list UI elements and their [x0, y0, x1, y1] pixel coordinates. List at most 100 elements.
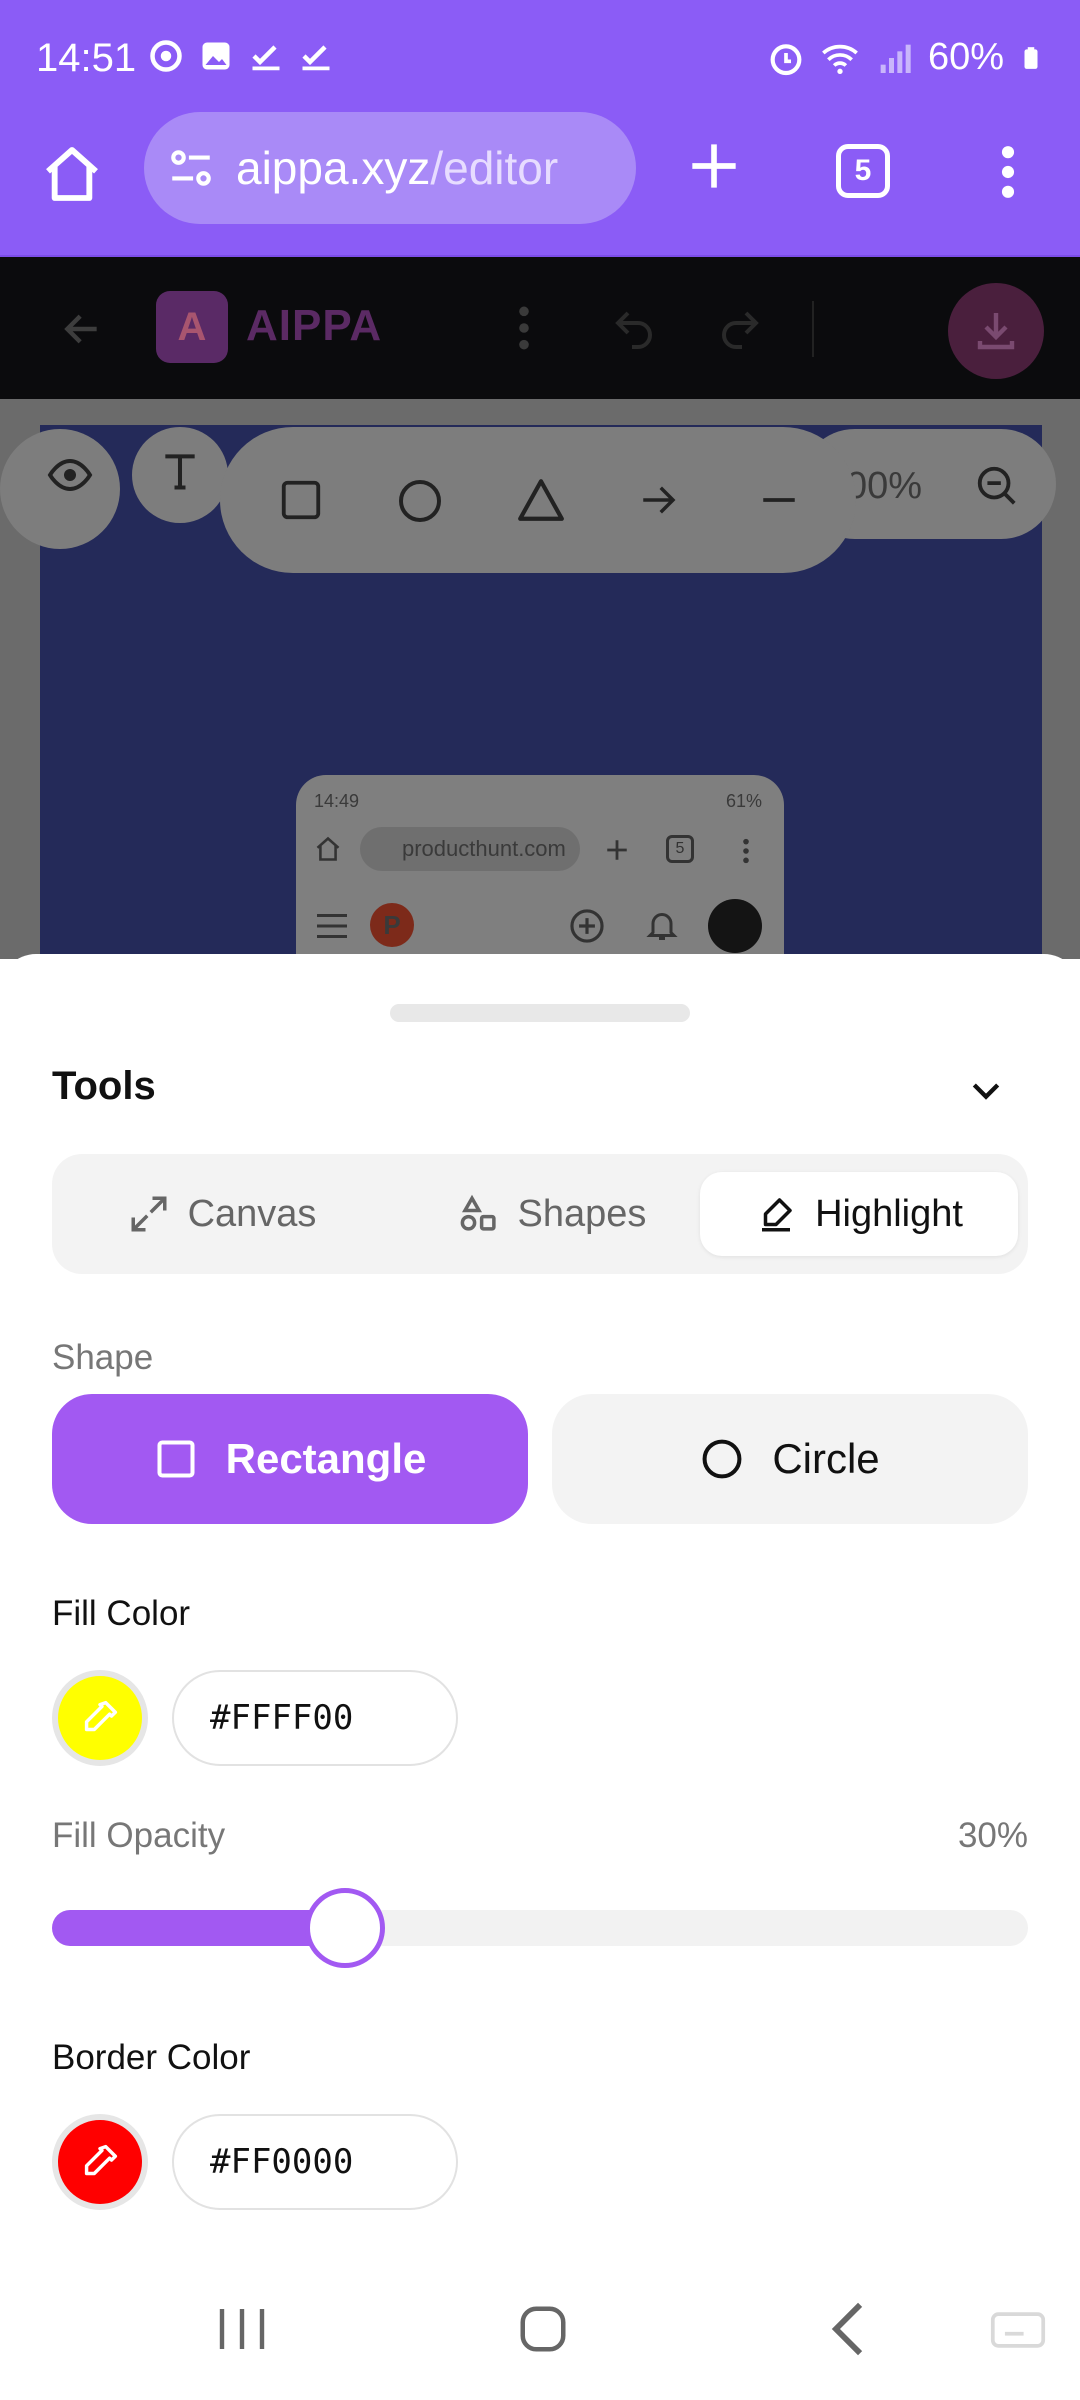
browser-toolbar: aippa.xyz/editor 5	[0, 112, 1080, 257]
tab-count: 5	[854, 154, 872, 187]
download-button[interactable]	[948, 283, 1044, 379]
system-navigation-bar	[0, 2254, 1080, 2400]
url-text[interactable]: aippa.xyz/editor	[236, 141, 558, 195]
redo-icon[interactable]	[716, 305, 764, 353]
shapes-icon	[460, 1194, 496, 1231]
tab-switcher-button[interactable]: 5	[836, 144, 890, 198]
recent-apps-icon[interactable]	[212, 2304, 272, 2354]
battery-percent: 60%	[927, 36, 1004, 78]
chrome-icon	[150, 40, 182, 72]
triangle-tool-icon[interactable]	[516, 475, 566, 525]
tab-highlight[interactable]: Highlight	[700, 1172, 1018, 1256]
fill-opacity-label: Fill Opacity	[52, 1816, 226, 1855]
circle-icon	[702, 1439, 742, 1479]
border-color-value: #FF0000	[210, 2142, 354, 2182]
check-icon	[302, 45, 330, 71]
slider-thumb[interactable]	[305, 1888, 385, 1968]
fill-color-swatch[interactable]	[52, 1670, 148, 1766]
preview-battery: 61%	[725, 791, 762, 811]
preview-add-icon	[570, 909, 604, 943]
fill-opacity-slider[interactable]	[52, 1888, 1028, 1968]
preview-tab-switcher: 5	[666, 835, 694, 863]
preview-tab-count: 5	[675, 840, 685, 857]
logo-letter: A	[177, 304, 207, 349]
back-nav-icon[interactable]	[826, 2300, 870, 2358]
rectangle-label: Rectangle	[225, 1435, 427, 1482]
preview-avatar	[708, 899, 762, 953]
arrow-tool-icon[interactable]	[638, 479, 680, 521]
status-bar: 14:51 60%	[0, 0, 1080, 120]
alarm-icon	[770, 43, 802, 75]
tab-canvas-label: Canvas	[187, 1192, 317, 1235]
preview-home-icon	[316, 836, 340, 861]
tab-highlight-label: Highlight	[815, 1192, 963, 1235]
preview-logo: P	[370, 903, 414, 947]
site-settings-icon[interactable]	[166, 143, 216, 193]
image-icon	[202, 42, 230, 70]
square-icon	[157, 1440, 195, 1478]
battery-icon	[1024, 46, 1038, 69]
keyboard-toggle-icon[interactable]	[990, 2310, 1046, 2350]
eyedropper-icon	[84, 1700, 118, 1732]
canvas-screenshot-preview: 14:49 61% producthunt.com 5 P	[296, 775, 784, 959]
editor-area: 00% 14:49 61% producthunt.com 5 P	[0, 399, 1080, 959]
text-icon	[165, 454, 195, 490]
check-icon	[252, 45, 280, 71]
home-icon[interactable]	[40, 142, 104, 206]
app-logo: A	[156, 291, 228, 363]
expand-icon	[131, 1196, 167, 1232]
preview-url: producthunt.com	[402, 836, 566, 861]
preview-logo-letter: P	[383, 909, 401, 940]
url-path: /editor	[430, 142, 559, 194]
header-divider	[812, 301, 814, 357]
zoom-out-icon[interactable]	[974, 463, 1020, 509]
eyedropper-icon	[84, 2144, 118, 2176]
shape-section-label: Shape	[52, 1338, 154, 1377]
zoom-level: 00%	[846, 465, 923, 507]
preview-address-bar: producthunt.com	[360, 827, 580, 871]
tools-tab-bar: Canvas Shapes Highlight	[52, 1154, 1028, 1274]
tab-shapes[interactable]: Shapes	[422, 1172, 682, 1256]
border-color-swatch[interactable]	[52, 2114, 148, 2210]
address-bar[interactable]: aippa.xyz/editor	[144, 112, 636, 224]
fill-color-value: #FFFF00	[210, 1698, 354, 1738]
fill-opacity-value: 30%	[957, 1816, 1028, 1855]
tab-shapes-label: Shapes	[517, 1192, 647, 1235]
line-tool-icon[interactable]	[758, 479, 800, 521]
app-name: AIPPA	[246, 301, 383, 350]
highlighter-icon	[762, 1198, 792, 1232]
rectangle-shape-button[interactable]: Rectangle	[52, 1394, 528, 1524]
download-icon	[977, 313, 1015, 350]
circle-tool-icon[interactable]	[396, 477, 444, 525]
new-tab-icon[interactable]	[688, 140, 740, 192]
slider-fill	[52, 1910, 345, 1946]
notification-icons	[148, 38, 334, 74]
border-color-label: Border Color	[52, 2038, 251, 2077]
url-host: aippa.xyz	[236, 142, 431, 194]
tools-bottom-sheet: Tools Canvas Shapes Highlight Shape Rect…	[0, 954, 1080, 2254]
home-nav-icon[interactable]	[516, 2302, 570, 2356]
wifi-icon	[822, 44, 858, 74]
sheet-title: Tools	[52, 1064, 156, 1108]
sheet-drag-handle[interactable]	[390, 1004, 690, 1022]
circle-label: Circle	[772, 1435, 880, 1482]
circle-shape-button[interactable]: Circle	[552, 1394, 1028, 1524]
status-time: 14:51	[36, 36, 137, 80]
signal-icon	[880, 44, 911, 73]
undo-icon[interactable]	[610, 305, 658, 353]
preview-hamburger-icon	[317, 914, 347, 938]
tab-canvas[interactable]: Canvas	[92, 1172, 352, 1256]
system-icons: 60%	[766, 36, 1044, 79]
more-menu-icon[interactable]	[992, 144, 1024, 200]
back-arrow-icon[interactable]	[60, 307, 104, 351]
app-header: A AIPPA	[0, 257, 1080, 399]
square-tool-icon[interactable]	[278, 477, 324, 523]
more-options-icon[interactable]	[512, 303, 536, 353]
border-color-input[interactable]: #FF0000	[172, 2114, 458, 2210]
preview-bell-icon	[646, 913, 678, 940]
eye-icon	[47, 458, 93, 492]
preview-plus-icon	[607, 840, 627, 860]
chevron-down-icon[interactable]	[966, 1070, 1006, 1110]
preview-menu-icon	[743, 838, 749, 864]
fill-color-input[interactable]: #FFFF00	[172, 1670, 458, 1766]
